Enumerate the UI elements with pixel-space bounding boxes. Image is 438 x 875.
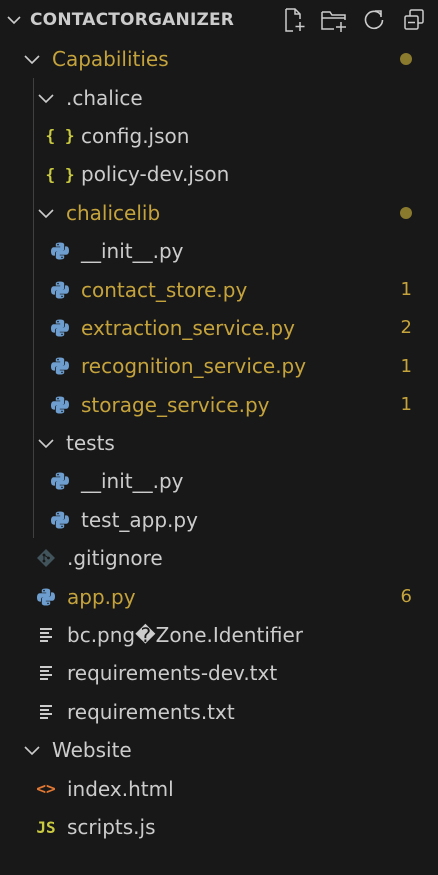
file-label: test_app.py bbox=[81, 507, 198, 532]
python-file-icon bbox=[50, 395, 70, 415]
problem-count-badge: 1 bbox=[400, 355, 412, 377]
tree-row-capabilities[interactable]: Capabilities bbox=[0, 40, 438, 78]
file-label: index.html bbox=[67, 776, 174, 801]
tree-row-zone-identifier[interactable]: bc.png�Zone.Identifier bbox=[0, 616, 438, 654]
tree-row-requirements-dev-txt[interactable]: requirements-dev.txt bbox=[0, 654, 438, 692]
explorer-actions bbox=[278, 6, 430, 34]
tree-row-tests[interactable]: tests bbox=[0, 424, 438, 462]
file-tree: Capabilities .chalice { } config.json { … bbox=[0, 40, 438, 846]
tree-row-index-html[interactable]: <> index.html bbox=[0, 769, 438, 807]
js-file-icon: JS bbox=[36, 817, 56, 837]
tree-row-config-json[interactable]: { } config.json bbox=[0, 117, 438, 155]
python-file-icon bbox=[50, 471, 70, 491]
tree-row-extraction-service-py[interactable]: extraction_service.py 2 bbox=[0, 309, 438, 347]
folder-label: Capabilities bbox=[52, 47, 169, 72]
tree-row-requirements-txt[interactable]: requirements.txt bbox=[0, 693, 438, 731]
python-file-icon bbox=[50, 280, 70, 300]
new-folder-icon[interactable] bbox=[318, 6, 350, 34]
folder-label: chalicelib bbox=[66, 200, 161, 225]
problem-count-badge: 1 bbox=[400, 394, 412, 416]
explorer-header[interactable]: CONTACTORGANIZER bbox=[0, 0, 438, 40]
chevron-down-icon[interactable] bbox=[22, 49, 42, 69]
python-file-icon bbox=[50, 510, 70, 530]
file-label: storage_service.py bbox=[81, 392, 270, 417]
collapse-all-icon[interactable] bbox=[398, 6, 430, 34]
tree-row-chalicelib[interactable]: chalicelib bbox=[0, 194, 438, 232]
python-file-icon bbox=[50, 241, 70, 261]
file-label: __init__.py bbox=[81, 469, 184, 494]
python-file-icon bbox=[36, 587, 56, 607]
folder-label: .chalice bbox=[66, 85, 143, 110]
chevron-down-icon[interactable] bbox=[36, 203, 56, 223]
tree-row-app-py[interactable]: app.py 6 bbox=[0, 577, 438, 615]
chevron-down-icon[interactable] bbox=[4, 10, 24, 30]
modified-dot bbox=[400, 53, 412, 66]
text-file-icon bbox=[36, 663, 56, 683]
tree-row-test-app-py[interactable]: test_app.py bbox=[0, 501, 438, 539]
tree-row-contact-store-py[interactable]: contact_store.py 1 bbox=[0, 270, 438, 308]
workspace-title: CONTACTORGANIZER bbox=[30, 10, 235, 30]
refresh-icon[interactable] bbox=[358, 6, 390, 34]
new-file-icon[interactable] bbox=[278, 6, 310, 34]
explorer-panel: CONTACTORGANIZER Capabilities .chalice {… bbox=[0, 0, 438, 875]
file-label: contact_store.py bbox=[81, 277, 248, 302]
file-label: scripts.js bbox=[67, 815, 156, 839]
file-label: policy-dev.json bbox=[81, 162, 230, 187]
chevron-down-icon[interactable] bbox=[36, 88, 56, 108]
tree-row-website[interactable]: Website bbox=[0, 731, 438, 769]
file-label: __init__.py bbox=[81, 239, 184, 264]
folder-label: Website bbox=[52, 738, 132, 763]
chevron-down-icon[interactable] bbox=[36, 433, 56, 453]
tree-row-policy-dev-json[interactable]: { } policy-dev.json bbox=[0, 155, 438, 193]
tree-row-tests-init-py[interactable]: __init__.py bbox=[0, 462, 438, 500]
tree-row-storage-service-py[interactable]: storage_service.py 1 bbox=[0, 386, 438, 424]
file-label: recognition_service.py bbox=[81, 354, 307, 379]
file-label: .gitignore bbox=[67, 546, 163, 571]
file-label: requirements-dev.txt bbox=[67, 661, 278, 686]
python-file-icon bbox=[50, 356, 70, 376]
tree-row-scripts-js[interactable]: JS scripts.js bbox=[0, 808, 438, 846]
json-file-icon: { } bbox=[45, 126, 75, 146]
git-file-icon bbox=[36, 548, 56, 568]
file-label: config.json bbox=[81, 123, 190, 148]
file-label: bc.png�Zone.Identifier bbox=[67, 623, 303, 648]
chevron-down-icon[interactable] bbox=[22, 740, 42, 760]
tree-row-gitignore[interactable]: .gitignore bbox=[0, 539, 438, 577]
text-file-icon bbox=[36, 702, 56, 722]
file-label: extraction_service.py bbox=[81, 315, 295, 340]
tree-row-init-py[interactable]: __init__.py bbox=[0, 232, 438, 270]
file-label: app.py bbox=[67, 584, 136, 609]
problem-count-badge: 6 bbox=[400, 586, 412, 608]
text-file-icon bbox=[36, 625, 56, 645]
problem-count-badge: 1 bbox=[400, 279, 412, 301]
file-label: requirements.txt bbox=[67, 699, 235, 724]
python-file-icon bbox=[50, 318, 70, 338]
json-file-icon: { } bbox=[45, 164, 75, 184]
html-file-icon: <> bbox=[36, 779, 56, 799]
problem-count-badge: 2 bbox=[400, 317, 412, 339]
folder-label: tests bbox=[66, 431, 115, 456]
tree-row-recognition-service-py[interactable]: recognition_service.py 1 bbox=[0, 347, 438, 385]
tree-row-chalice[interactable]: .chalice bbox=[0, 78, 438, 116]
modified-dot bbox=[400, 206, 412, 219]
